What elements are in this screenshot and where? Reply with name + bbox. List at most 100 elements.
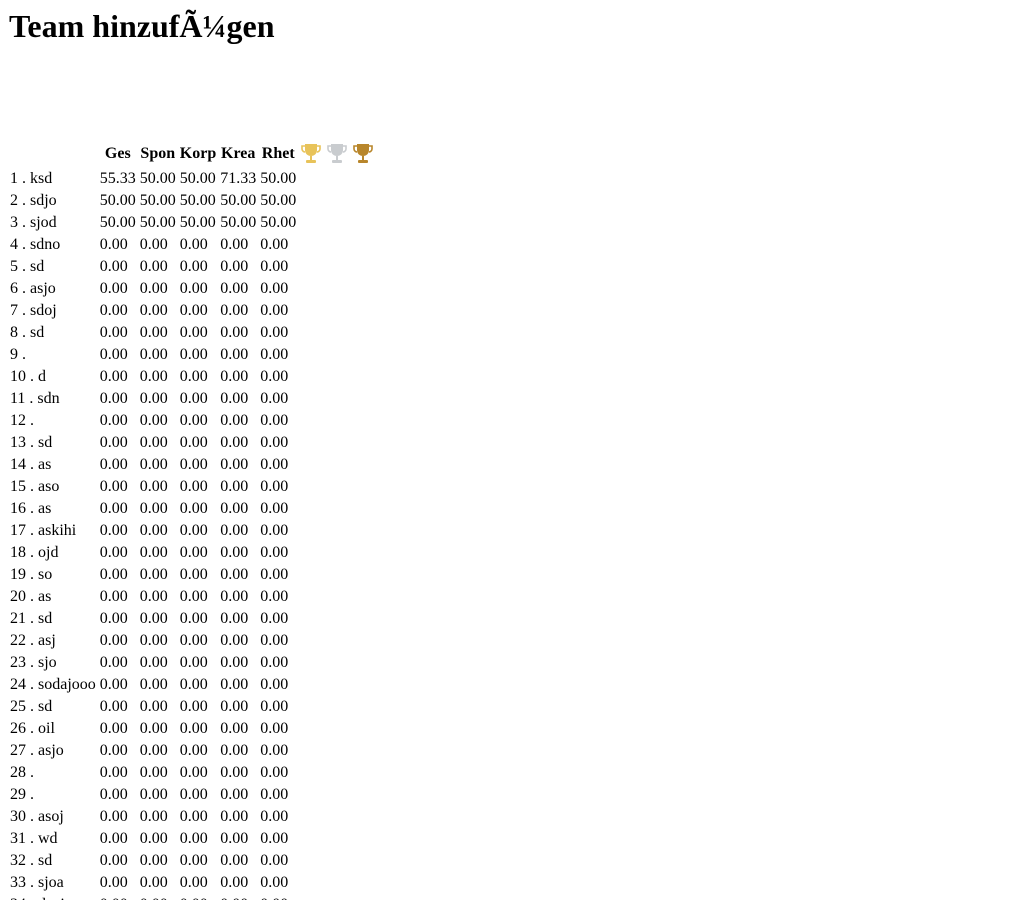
- score-spon: 0.00: [139, 786, 168, 803]
- table-row: 16 . as 0.00 0.00 0.00 0.00 0.00: [9, 499, 375, 519]
- score-spon: 0.00: [139, 324, 168, 341]
- table-row: 4 . sdno 0.00 0.00 0.00 0.00 0.00: [9, 235, 375, 255]
- score-korp: 0.00: [179, 258, 208, 275]
- table-row: 26 . oil 0.00 0.00 0.00 0.00 0.00: [9, 719, 375, 739]
- table-row: 24 . sodajooo 0.00 0.00 0.00 0.00 0.00: [9, 675, 375, 695]
- row-rank-name: 7 . sdoj: [10, 302, 57, 319]
- score-spon: 50.00: [139, 170, 176, 187]
- row-rank-name: 28 .: [10, 764, 34, 781]
- row-rank-name: 14 . as: [10, 456, 52, 473]
- score-ges: 0.00: [99, 720, 128, 737]
- score-ges: 0.00: [99, 280, 128, 297]
- row-rank-name: 29 .: [10, 786, 34, 803]
- score-korp: 0.00: [179, 390, 208, 407]
- score-rhet: 0.00: [259, 895, 297, 900]
- score-rhet: 0.00: [260, 720, 289, 737]
- row-rank-name: 34 . dsoj: [9, 895, 97, 900]
- score-ges: 0.00: [99, 544, 128, 561]
- score-rhet: 0.00: [260, 522, 289, 539]
- row-rank-name: 27 . asjo: [10, 742, 64, 759]
- score-korp: 0.00: [179, 412, 208, 429]
- score-krea: 0.00: [220, 478, 249, 495]
- score-rhet: 0.00: [260, 302, 289, 319]
- score-ges: 0.00: [99, 830, 128, 847]
- table-row: 5 . sd 0.00 0.00 0.00 0.00 0.00: [9, 257, 375, 277]
- table-row: 20 . as 0.00 0.00 0.00 0.00 0.00: [9, 587, 375, 607]
- silver-trophy-icon: [325, 141, 349, 167]
- score-krea: 0.00: [220, 324, 249, 341]
- row-rank-name: 32 . sd: [10, 852, 53, 869]
- score-spon: 0.00: [139, 830, 168, 847]
- score-rhet: 0.00: [260, 412, 289, 429]
- row-rank-name: 9 .: [10, 346, 26, 363]
- score-korp: 0.00: [179, 368, 208, 385]
- row-rank-name: 18 . ojd: [10, 544, 59, 561]
- table-row: 31 . wd 0.00 0.00 0.00 0.00 0.00: [9, 829, 375, 849]
- score-ges: 0.00: [99, 588, 128, 605]
- score-rhet: 0.00: [260, 632, 289, 649]
- score-spon: 50.00: [139, 192, 176, 209]
- score-ges: 0.00: [99, 676, 128, 693]
- score-ges: 0.00: [99, 610, 128, 627]
- score-rhet: 0.00: [260, 764, 289, 781]
- score-krea: 0.00: [220, 830, 249, 847]
- score-korp: 0.00: [179, 588, 208, 605]
- header-krea: Krea: [221, 145, 256, 162]
- row-rank-name: 24 . sodajooo: [10, 676, 96, 693]
- table-row: 33 . sjoa 0.00 0.00 0.00 0.00 0.00: [9, 873, 375, 893]
- score-krea: 0.00: [220, 500, 249, 517]
- table-row: 15 . aso 0.00 0.00 0.00 0.00 0.00: [9, 477, 375, 497]
- gold-trophy-icon: [299, 141, 323, 167]
- score-rhet: 50.00: [260, 214, 297, 231]
- score-ges: 0.00: [99, 456, 128, 473]
- score-korp: 0.00: [179, 236, 208, 253]
- score-korp: 0.00: [179, 852, 208, 869]
- page-title: Team hinzufÃ¼gen: [9, 8, 275, 44]
- table-row: 23 . sjo 0.00 0.00 0.00 0.00 0.00: [9, 653, 375, 673]
- score-spon: 0.00: [139, 456, 168, 473]
- score-korp: 0.00: [179, 456, 208, 473]
- score-spon: 0.00: [139, 566, 168, 583]
- score-korp: 0.00: [179, 720, 208, 737]
- row-rank-name: 31 . wd: [10, 830, 58, 847]
- score-ges: 0.00: [99, 434, 128, 451]
- row-rank-name: 17 . askihi: [10, 522, 77, 539]
- table-row: 12 . 0.00 0.00 0.00 0.00 0.00: [9, 411, 375, 431]
- row-rank-name: 20 . as: [10, 588, 52, 605]
- score-ges: 0.00: [99, 852, 128, 869]
- table-row: 19 . so 0.00 0.00 0.00 0.00 0.00: [9, 565, 375, 585]
- score-korp: 0.00: [179, 346, 208, 363]
- score-ges: 0.00: [99, 632, 128, 649]
- score-rhet: 0.00: [260, 456, 289, 473]
- score-krea: 0.00: [220, 368, 249, 385]
- score-spon: 0.00: [139, 346, 168, 363]
- ranking-body: 1 . ksd 55.33 50.00 50.00 71.33 50.00 2 . sdjo…: [9, 169, 375, 900]
- score-krea: 0.00: [220, 346, 249, 363]
- score-korp: 0.00: [179, 676, 208, 693]
- score-rhet: 0.00: [260, 808, 289, 825]
- score-krea: 0.00: [220, 588, 249, 605]
- score-korp: 0.00: [179, 610, 208, 627]
- score-korp: 0.00: [179, 566, 208, 583]
- bronze-trophy-icon: [353, 144, 374, 163]
- score-spon: 0.00: [139, 676, 168, 693]
- score-rhet: 50.00: [260, 192, 297, 209]
- table-row: 13 . sd 0.00 0.00 0.00 0.00 0.00: [9, 433, 375, 453]
- score-krea: 0.00: [220, 676, 249, 693]
- score-spon: 0.00: [139, 895, 177, 900]
- table-row: 28 . 0.00 0.00 0.00 0.00 0.00: [9, 763, 375, 783]
- row-rank-name: 15 . aso: [10, 478, 60, 495]
- row-rank-name: 26 . oil: [10, 720, 55, 737]
- table-row: 11 . sdn 0.00 0.00 0.00 0.00 0.00: [9, 389, 375, 409]
- table-row: 2 . sdjo 50.00 50.00 50.00 50.00 50.00: [9, 191, 375, 211]
- table-row: 29 . 0.00 0.00 0.00 0.00 0.00: [9, 785, 375, 805]
- score-ges: 0.00: [99, 522, 128, 539]
- score-krea: 0.00: [220, 566, 249, 583]
- score-korp: 0.00: [179, 654, 208, 671]
- score-krea: 0.00: [220, 258, 249, 275]
- score-rhet: 0.00: [260, 676, 289, 693]
- score-korp: 0.00: [179, 632, 208, 649]
- score-spon: 50.00: [139, 214, 176, 231]
- score-krea: 0.00: [220, 390, 249, 407]
- table-row: 22 . asj 0.00 0.00 0.00 0.00 0.00: [9, 631, 375, 651]
